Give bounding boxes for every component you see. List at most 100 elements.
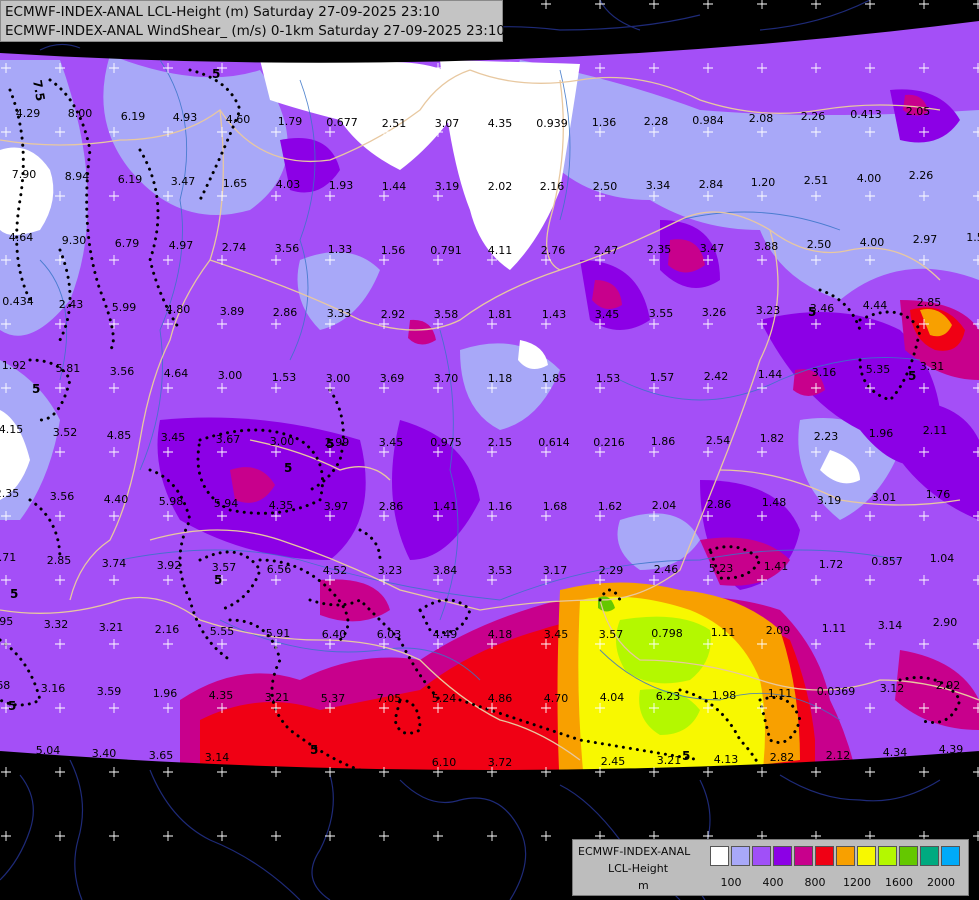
value-label: 1.62 (598, 500, 623, 513)
value-label: 4.97 (169, 239, 194, 252)
value-label: 0.0369 (817, 685, 856, 698)
value-label: 1.41 (433, 500, 458, 513)
map-title-box: ECMWF-INDEX-ANAL LCL-Height (m) Saturday… (0, 0, 505, 42)
value-label: 3.31 (920, 360, 945, 373)
value-label: 5.94 (214, 497, 239, 510)
value-label: 2.82 (770, 751, 795, 764)
value-label: 0.434 (2, 295, 34, 308)
value-label: 4.34 (883, 746, 908, 759)
value-label: 4.64 (9, 231, 34, 244)
value-label: 3.16 (812, 366, 837, 379)
value-label: 2.46 (654, 563, 679, 576)
value-label: 3.56 (50, 490, 75, 503)
value-label: 1.65 (223, 177, 248, 190)
value-label: 3.23 (756, 304, 781, 317)
value-label: 3.14 (205, 751, 230, 764)
value-label: 2.50 (593, 180, 618, 193)
value-label: 1.93 (329, 179, 354, 192)
value-label: 4.13 (714, 753, 739, 766)
value-label: 6.10 (432, 756, 457, 769)
title-wind-shear: ECMWF-INDEX-ANAL WindShear_ (m/s) 0-1km … (5, 23, 505, 39)
value-label: 2.85 (917, 296, 942, 309)
value-label: 0.975 (430, 436, 462, 449)
value-label: 3.19 (817, 494, 842, 507)
legend-swatch (857, 846, 876, 866)
value-label: 2.92 (381, 308, 406, 321)
contour-label: 5 (214, 573, 222, 587)
value-label: 3.58 (434, 308, 459, 321)
value-label: 2.97 (913, 233, 938, 246)
value-label: 4.00 (857, 172, 882, 185)
value-label: 3.14 (878, 619, 903, 632)
value-label: 3.47 (700, 242, 725, 255)
value-label: 5.23 (709, 562, 734, 575)
value-label: 1.92 (2, 359, 27, 372)
value-label: 3.47 (171, 175, 196, 188)
value-label: 1.79 (278, 115, 303, 128)
legend-swatch (836, 846, 855, 866)
value-label: 0.216 (593, 436, 625, 449)
value-label: 2.12 (826, 749, 851, 762)
value-label: 6.23 (656, 690, 681, 703)
contour-label: 5 (212, 67, 220, 81)
value-label: 1.44 (382, 180, 407, 193)
value-label: 7.90 (12, 168, 37, 181)
value-label: 1.72 (819, 558, 844, 571)
value-label: 3.89 (220, 305, 245, 318)
value-label: 3.57 (599, 628, 624, 641)
value-label: 1.11 (711, 626, 736, 639)
legend-field: LCL-Height (608, 862, 669, 875)
legend-swatch (752, 846, 771, 866)
value-label: 3.53 (488, 564, 513, 577)
value-label: 6.03 (377, 628, 402, 641)
value-label: 1.53 (272, 371, 297, 384)
value-label: 1.85 (542, 372, 567, 385)
value-label: 2.74 (222, 241, 247, 254)
value-label: 2.51 (804, 174, 829, 187)
legend-swatch (899, 846, 918, 866)
value-label: 2.04 (652, 499, 677, 512)
value-label: 4.93 (173, 111, 198, 124)
color-legend: ECMWF-INDEX-ANAL LCL-Height m 100 400 800 1… (572, 839, 969, 896)
value-label: 1.82 (760, 432, 785, 445)
value-label: 3.88 (754, 240, 779, 253)
weather-map: 7.5 5 5 5 5 5 5 5 5 5 5 5 4.29 8.00 6.19 4.… (0, 0, 979, 900)
value-label: 3.45 (379, 436, 404, 449)
value-label: 3.21 (99, 621, 124, 634)
value-label: 6.19 (118, 173, 143, 186)
value-label: 2.26 (801, 110, 826, 123)
value-label: 4.40 (104, 493, 129, 506)
value-label: 4.11 (488, 244, 513, 257)
value-label: 1.33 (328, 243, 353, 256)
value-label: 2.23 (814, 430, 839, 443)
value-label: 3.56 (275, 242, 300, 255)
value-label: 2.86 (379, 500, 404, 513)
value-label: 4.44 (863, 299, 888, 312)
value-label: 2.35 (647, 243, 672, 256)
value-label: 1.76 (926, 488, 951, 501)
value-label: 1.36 (592, 116, 617, 129)
legend-swatch (710, 846, 729, 866)
value-label: 2.26 (909, 169, 934, 182)
value-label: 3.46 (810, 302, 835, 315)
legend-unit: m (638, 879, 649, 892)
value-label: 2.92 (936, 679, 961, 692)
contour-label: 5 (32, 382, 40, 396)
value-label: 3.23 (378, 564, 403, 577)
legend-tick-label: 2000 (927, 876, 955, 889)
value-label: 1.68 (543, 500, 568, 513)
value-label: 0.798 (651, 627, 683, 640)
value-label: 3.68 (0, 679, 10, 692)
legend-model: ECMWF-INDEX-ANAL (578, 845, 691, 858)
value-label: 1.43 (542, 308, 567, 321)
value-label: 5.81 (56, 362, 81, 375)
value-label: 2.54 (706, 434, 731, 447)
value-label: 5.24 (432, 692, 457, 705)
value-label: 5.55 (210, 625, 235, 638)
value-label: 2.76 (541, 244, 566, 257)
legend-swatch (878, 846, 897, 866)
contour-label: 5 (682, 749, 690, 763)
value-label: 3.34 (646, 179, 671, 192)
value-label: 3.56 (110, 365, 135, 378)
value-label: 6.79 (115, 237, 140, 250)
